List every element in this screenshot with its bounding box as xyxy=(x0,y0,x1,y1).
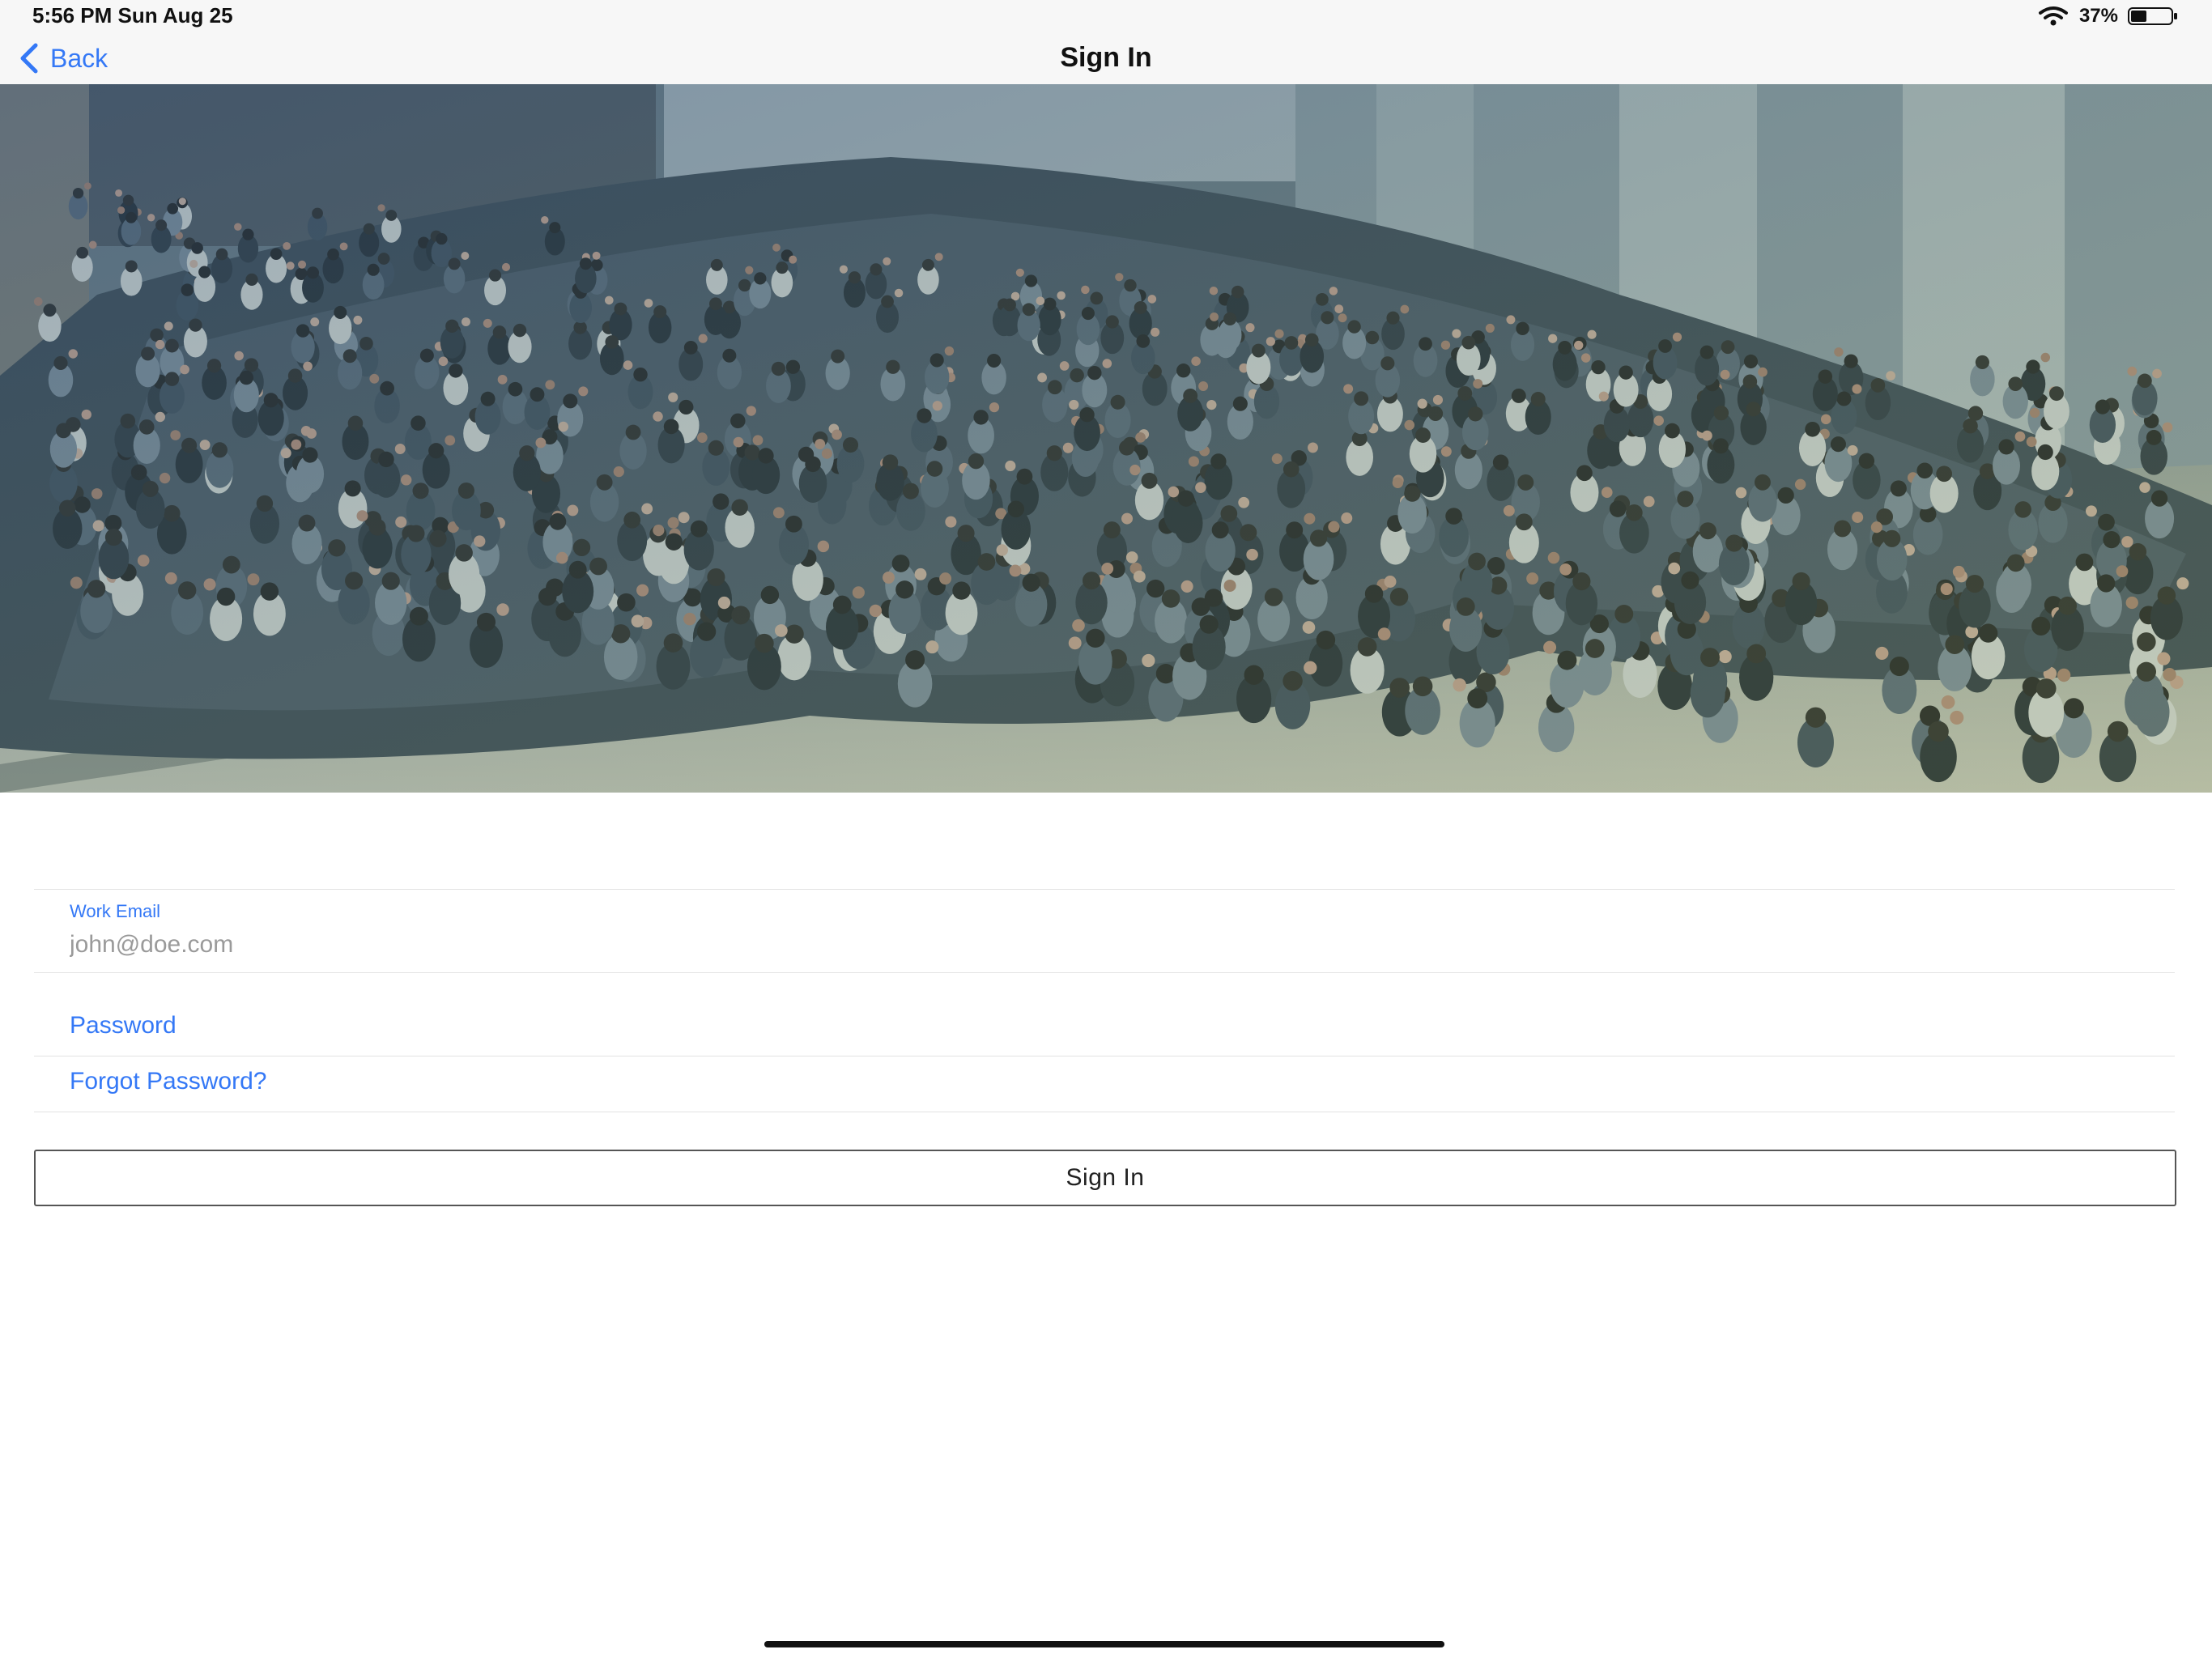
forgot-password-row: Forgot Password? xyxy=(34,1056,2175,1112)
forgot-password-link[interactable]: Forgot Password? xyxy=(70,1068,266,1095)
battery-percentage: 37% xyxy=(2078,5,2118,27)
status-time: 5:56 PM Sun Aug 25 xyxy=(32,3,233,28)
status-right: 37% xyxy=(2037,5,2180,28)
navigation-bar: Back Sign In xyxy=(0,32,2212,85)
status-bar: 5:56 PM Sun Aug 25 37% xyxy=(0,0,2212,32)
battery-icon xyxy=(2128,6,2180,27)
hero-tint-overlay xyxy=(0,84,2212,793)
hero-image xyxy=(0,84,2212,793)
sign-in-button-label: Sign In xyxy=(1066,1164,1145,1191)
email-label: Work Email xyxy=(70,901,161,921)
wifi-icon xyxy=(2037,6,2069,27)
password-field[interactable]: Password xyxy=(70,1012,177,1039)
email-field-group: Work Email xyxy=(34,890,2175,972)
email-field[interactable] xyxy=(70,927,2134,963)
page-title: Sign In xyxy=(1060,42,1152,73)
home-indicator xyxy=(764,1641,1444,1647)
password-row: Password xyxy=(34,1001,2175,1056)
sign-in-button[interactable]: Sign In xyxy=(34,1150,2176,1206)
sign-in-form: Work Email Password Forgot Password? xyxy=(34,889,2175,1112)
